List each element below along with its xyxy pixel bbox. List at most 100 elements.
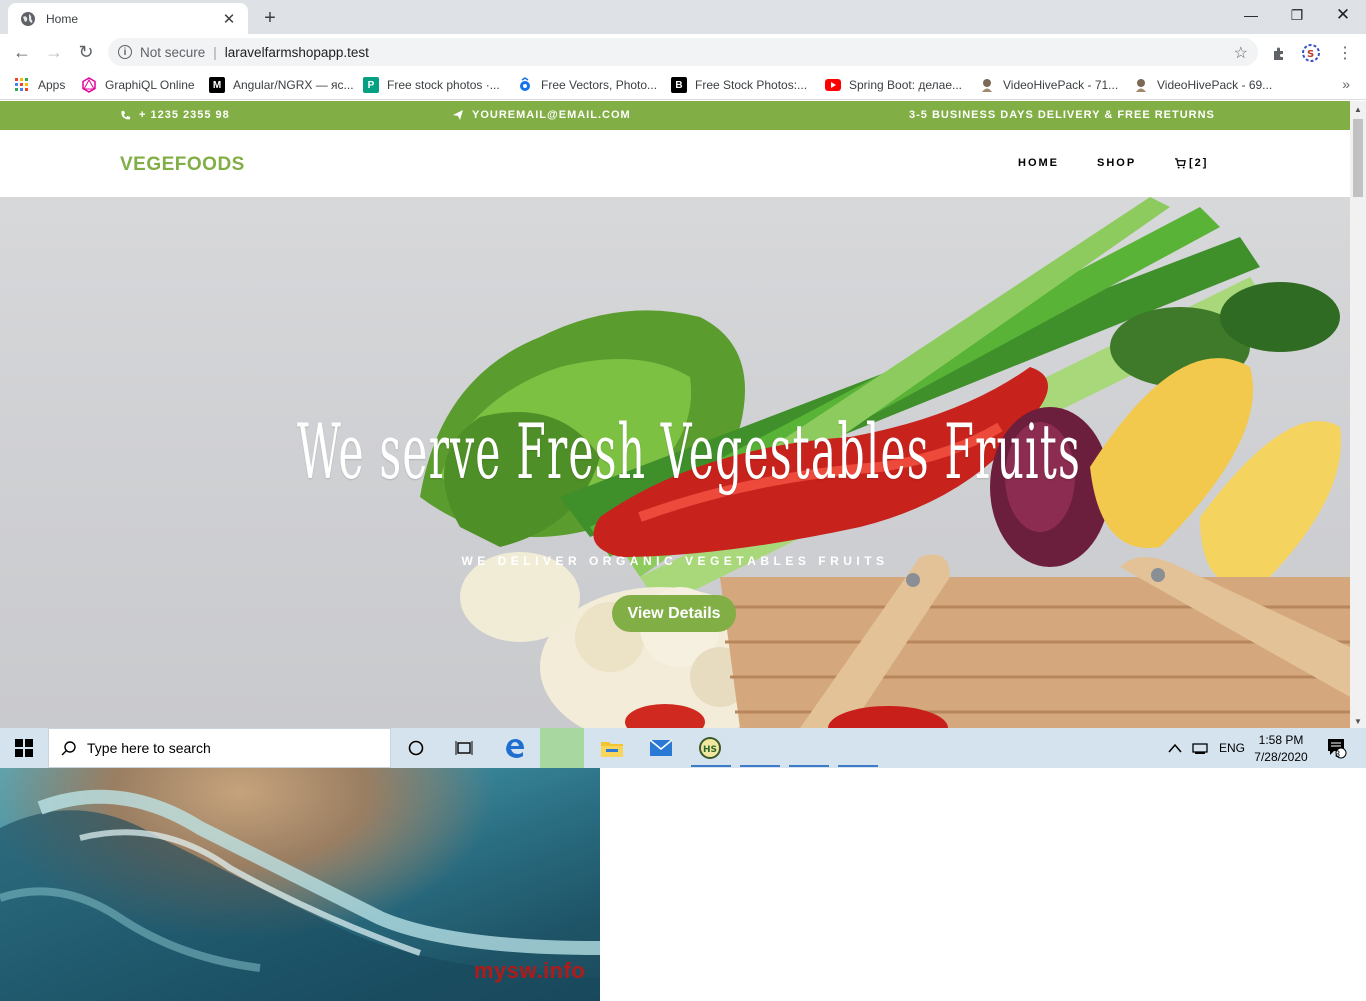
burst-icon: B: [671, 77, 687, 93]
bookmark-label: Spring Boot: делае...: [849, 78, 963, 92]
videohive-icon: [979, 77, 995, 93]
close-window-icon[interactable]: ✕: [1320, 0, 1366, 30]
security-label: Not secure: [140, 44, 206, 60]
close-tab-icon[interactable]: ✕: [220, 10, 238, 28]
medium-icon: M: [209, 77, 225, 93]
more-bookmarks-icon[interactable]: »: [1342, 76, 1350, 92]
svg-text:HS: HS: [703, 745, 717, 755]
windows-taskbar: Type here to search HS ENG 1:58 PM 7/28/…: [0, 728, 1366, 768]
scroll-thumb[interactable]: [1353, 119, 1363, 197]
bookmark-videohive-71[interactable]: VideoHivePack - 71...: [979, 76, 1118, 94]
bookmark-videohive-69[interactable]: VideoHivePack - 69...: [1133, 76, 1272, 94]
start-button[interactable]: [0, 728, 48, 768]
clock[interactable]: 1:58 PM 7/28/2020: [1254, 728, 1308, 768]
mail-icon[interactable]: [637, 728, 685, 768]
cart-icon: [1175, 157, 1186, 169]
address-bar[interactable]: i Not secure | laravelfarmshopapp.test ☆: [108, 38, 1258, 66]
active-app-tile[interactable]: [540, 728, 584, 768]
bookmark-label: Apps: [38, 78, 66, 92]
extensions-puzzle-icon[interactable]: [1268, 42, 1290, 64]
view-details-button[interactable]: View Details: [612, 595, 736, 632]
back-icon[interactable]: ←: [10, 40, 34, 64]
search-icon: [61, 741, 76, 756]
tab-title: Home: [46, 11, 79, 26]
scroll-down-icon[interactable]: ▼: [1354, 717, 1362, 726]
bookmark-pexels[interactable]: P Free stock photos ·...: [363, 76, 500, 94]
info-icon[interactable]: i: [118, 45, 132, 59]
bookmark-spring-boot[interactable]: Spring Boot: делае...: [825, 76, 962, 94]
site-navbar: VEGEFOODS HOME SHOP [2]: [0, 130, 1350, 197]
reload-icon[interactable]: ↻: [74, 40, 98, 64]
topbar-delivery: 3-5 BUSINESS DAYS DELIVERY & FREE RETURN…: [909, 109, 1215, 121]
bookmark-label: Free Stock Photos:...: [695, 78, 808, 92]
topbar-phone: + 1235 2355 98: [120, 109, 230, 121]
watermark-text: mysw.info: [474, 958, 586, 983]
bookmark-graphiql[interactable]: GraphiQL Online: [81, 76, 195, 94]
freepik-icon: [517, 77, 533, 93]
hero-banner: We serve Fresh Vegestables Fruits WE DEL…: [0, 197, 1350, 728]
running-indicator: [838, 765, 878, 767]
hero-title: We serve Fresh Vegestables Fruits: [297, 407, 1081, 496]
globe-icon: [21, 11, 35, 26]
clock-time: 1:58 PM: [1258, 732, 1304, 747]
input-language[interactable]: ENG: [1219, 728, 1245, 768]
tab-strip: Home ✕ + — ❐ ✕: [0, 0, 1366, 34]
bookmark-freepik[interactable]: Free Vectors, Photo...: [517, 76, 657, 94]
page-viewport: + 1235 2355 98 YOUREMAIL@EMAIL.COM 3-5 B…: [0, 101, 1350, 728]
network-icon[interactable]: [1192, 728, 1210, 768]
menu-kebab-icon[interactable]: ⋮: [1334, 42, 1356, 64]
bookmark-label: Angular/NGRX — яс...: [233, 78, 354, 92]
bookmark-apps[interactable]: Apps: [14, 76, 65, 94]
action-center-icon[interactable]: 3: [1322, 728, 1352, 768]
task-view-icon[interactable]: [440, 728, 488, 768]
tray-overflow-icon[interactable]: [1168, 728, 1182, 768]
browser-tab-home[interactable]: Home ✕: [8, 3, 248, 34]
running-indicator: [691, 765, 731, 767]
nav-shop[interactable]: SHOP: [1097, 157, 1136, 169]
paper-plane-icon: [453, 110, 463, 120]
phone-icon: [121, 110, 131, 119]
cart-count: [2]: [1189, 157, 1209, 169]
clock-date: 7/28/2020: [1254, 749, 1308, 764]
bookmark-label: Free stock photos ·...: [387, 78, 500, 92]
pexels-icon: P: [363, 77, 379, 93]
notification-badge: 3: [1335, 749, 1341, 759]
taskbar-search-box[interactable]: Type here to search: [48, 728, 391, 768]
site-topbar: + 1235 2355 98 YOUREMAIL@EMAIL.COM 3-5 B…: [0, 101, 1350, 130]
nav-home[interactable]: HOME: [1018, 157, 1059, 169]
graphql-icon: [81, 77, 97, 93]
bookmark-label: VideoHivePack - 69...: [1157, 78, 1273, 92]
topbar-email: YOUREMAIL@EMAIL.COM: [452, 109, 631, 121]
omnibox-separator: |: [213, 44, 217, 60]
bookmarks-bar: Apps GraphiQL Online M Angular/NGRX — яс…: [0, 70, 1366, 100]
youtube-icon: [825, 77, 841, 93]
browser-window: Home ✕ + — ❐ ✕ ← → ↻ i Not secure | lara…: [0, 0, 1366, 728]
bookmark-angular-ngrx[interactable]: M Angular/NGRX — яс...: [209, 76, 354, 94]
bookmark-burst[interactable]: B Free Stock Photos:...: [671, 76, 807, 94]
bookmark-star-icon[interactable]: ☆: [1234, 43, 1248, 63]
running-indicator: [740, 765, 780, 767]
delivery-text: 3-5 BUSINESS DAYS DELIVERY & FREE RETURN…: [909, 109, 1215, 121]
edge-browser-icon[interactable]: [491, 728, 539, 768]
search-placeholder: Type here to search: [87, 740, 211, 756]
scroll-up-icon[interactable]: ▲: [1354, 105, 1362, 114]
hero-subtitle: WE DELIVER ORGANIC VEGETABLES FRUITS: [461, 554, 889, 568]
windows-logo-icon: [15, 739, 33, 757]
page-scrollbar[interactable]: ▲ ▼: [1350, 101, 1366, 728]
phone-number: + 1235 2355 98: [139, 109, 230, 121]
minimize-icon[interactable]: —: [1228, 0, 1274, 30]
restore-icon[interactable]: ❐: [1274, 0, 1320, 30]
bookmark-label: Free Vectors, Photo...: [541, 78, 658, 92]
url-text: laravelfarmshopapp.test: [224, 44, 369, 60]
profile-extension-icon[interactable]: S: [1300, 42, 1322, 64]
apps-grid-icon: [14, 77, 30, 93]
file-explorer-icon[interactable]: [588, 728, 636, 768]
bookmark-label: GraphiQL Online: [105, 78, 195, 92]
new-tab-button[interactable]: +: [258, 6, 282, 30]
hs-app-icon[interactable]: HS: [686, 728, 734, 768]
cortana-icon[interactable]: [392, 728, 440, 768]
nav-cart[interactable]: [2]: [1175, 157, 1208, 169]
forward-icon[interactable]: →: [42, 40, 66, 64]
running-indicator: [789, 765, 829, 767]
site-logo[interactable]: VEGEFOODS: [120, 154, 245, 176]
